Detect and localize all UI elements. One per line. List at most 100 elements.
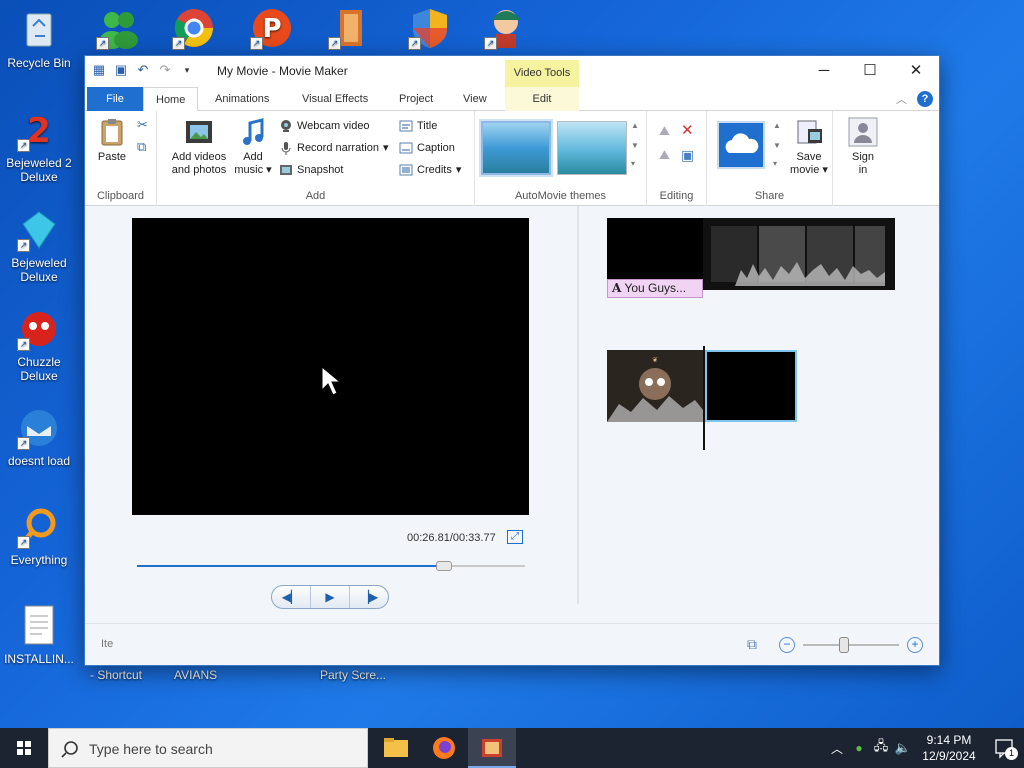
desktop-icon-book-app[interactable]: ↗ — [312, 6, 388, 54]
tab-file[interactable]: File — [87, 87, 143, 111]
credits-button[interactable]: Credits ▾ — [399, 161, 461, 179]
desktop-icon-messenger[interactable]: ↗ — [80, 6, 156, 54]
notification-center-button[interactable]: 1 — [984, 728, 1024, 768]
desktop-icon-recycle-bin[interactable]: Recycle Bin — [1, 8, 77, 70]
notification-count-badge: 1 — [1005, 747, 1018, 760]
themes-scroll-up-icon[interactable]: ▲ — [631, 121, 639, 130]
clock-date: 12/9/2024 — [922, 749, 976, 763]
undo-icon[interactable]: ↶ — [135, 62, 151, 78]
themes-scroll-down-icon[interactable]: ▼ — [631, 141, 639, 150]
title-button[interactable]: Title — [399, 117, 437, 135]
play-button[interactable]: ▶ — [311, 586, 350, 608]
windows-logo-icon — [17, 741, 31, 755]
save-movie-icon — [794, 117, 824, 147]
clock[interactable]: 9:14 PM 12/9/2024 — [914, 732, 984, 764]
cut-icon[interactable]: ✂ — [137, 117, 148, 133]
storyboard-view-icon[interactable]: ⧉ — [747, 636, 757, 653]
desktop-icon-p-app[interactable]: P ↗ — [234, 6, 310, 54]
audio-waveform — [735, 262, 885, 286]
webcam-icon — [279, 119, 293, 133]
share-scroll-down-icon[interactable]: ▼ — [773, 141, 781, 150]
title-bar: ▦ ▣ ↶ ↷ ▾ My Movie - Movie Maker Video T… — [85, 56, 939, 87]
desktop-icon-label: Chuzzle Deluxe — [17, 355, 61, 383]
volume-icon[interactable]: 🔈 — [892, 740, 914, 756]
remove-icon[interactable]: ✕ — [681, 121, 694, 139]
pane-splitter[interactable] — [577, 206, 579, 604]
taskbar-file-explorer[interactable] — [372, 728, 420, 768]
thunderbird-icon: ↗ — [17, 406, 61, 450]
paste-button[interactable]: Paste — [93, 117, 131, 164]
help-icon[interactable]: ? — [917, 91, 933, 107]
group-label-add: Add — [305, 190, 326, 202]
redo-icon[interactable]: ↷ — [157, 62, 173, 78]
storyboard-clip-video[interactable] — [703, 218, 895, 290]
timeline-playhead[interactable] — [703, 346, 705, 450]
zoom-in-button[interactable]: + — [907, 636, 923, 653]
tab-animations[interactable]: Animations — [203, 87, 281, 111]
desktop-icon-shield-app[interactable]: ↗ — [392, 6, 468, 54]
minimize-button[interactable]: ─ — [801, 56, 847, 86]
webcam-video-button[interactable]: Webcam video — [279, 117, 370, 135]
tab-home[interactable]: Home — [143, 87, 199, 112]
save-icon[interactable]: ▣ — [113, 62, 129, 78]
tab-edit[interactable]: Edit — [505, 87, 579, 111]
show-hidden-icons-icon[interactable]: ︿ — [826, 740, 848, 757]
desktop-icon-bejeweled-2[interactable]: 2 ↗ Bejeweled 2 Deluxe — [1, 108, 77, 184]
tab-visual-effects[interactable]: Visual Effects — [290, 87, 380, 111]
add-videos-photos-button[interactable]: Add videos and photos — [167, 117, 231, 177]
theme-thumbnail-contemporary[interactable] — [557, 121, 627, 175]
storyboard-clip-intro[interactable]: ❦ — [607, 350, 703, 422]
taskbar-movie-maker[interactable] — [468, 728, 516, 768]
copy-icon[interactable]: ⧉ — [137, 139, 146, 155]
previous-frame-button[interactable]: ◀▏ — [272, 586, 311, 608]
zoom-slider[interactable] — [803, 636, 899, 653]
rotate-right-icon[interactable]: ⛰ — [659, 147, 670, 163]
video-preview[interactable] — [132, 218, 529, 515]
share-scroll-up-icon[interactable]: ▲ — [773, 121, 781, 130]
desktop-icon-everything[interactable]: ↗ Everything — [1, 505, 77, 567]
desktop-icon-chuzzle[interactable]: ↗ Chuzzle Deluxe — [1, 307, 77, 383]
start-button[interactable] — [0, 728, 48, 768]
network-icon[interactable]: 🖧 — [870, 737, 892, 759]
close-button[interactable]: ✕ — [893, 56, 939, 86]
group-clipboard: Paste ✂ ⧉ Clipboard — [85, 111, 157, 206]
desktop-icon-installing[interactable]: INSTALLIN... — [1, 604, 77, 666]
snapshot-button[interactable]: Snapshot — [279, 161, 343, 179]
customize-qat-icon[interactable]: ▾ — [179, 62, 195, 78]
theme-thumbnail-default[interactable] — [481, 121, 551, 175]
next-frame-button[interactable]: ▕▶ — [350, 586, 388, 608]
record-narration-button[interactable]: Record narration ▾ — [279, 139, 388, 157]
themes-more-icon[interactable]: ▾ — [631, 159, 635, 168]
desktop-icon-doesnt-load[interactable]: ↗ doesnt load — [1, 406, 77, 468]
status-text: Ite — [101, 638, 114, 650]
storyboard-clip-black-selected[interactable] — [705, 350, 797, 422]
seek-slider[interactable] — [137, 561, 525, 571]
tab-project[interactable]: Project — [387, 87, 445, 111]
maximize-button[interactable]: ☐ — [847, 56, 893, 86]
user-status-icon[interactable]: ● — [848, 741, 870, 755]
fullscreen-preview-button[interactable]: ⤢ — [507, 530, 523, 544]
zoom-slider-thumb[interactable] — [839, 636, 849, 653]
caption-clip[interactable]: A You Guys... — [607, 279, 703, 298]
share-more-icon[interactable]: ▾ — [773, 159, 777, 168]
tab-view[interactable]: View — [451, 87, 499, 111]
desktop-icon-game-character[interactable]: ↗ — [468, 6, 544, 54]
taskbar-search-box[interactable]: Type here to search — [48, 728, 368, 768]
add-music-button[interactable]: Add music ▾ — [233, 117, 273, 177]
desktop-icon-chrome[interactable]: ↗ — [156, 6, 232, 54]
save-movie-button[interactable]: Save movie ▾ — [787, 117, 831, 177]
taskbar-firefox[interactable] — [420, 728, 468, 768]
group-label-editing: Editing — [659, 190, 694, 202]
help-area: ︿ ? — [896, 91, 933, 107]
desktop-icon-bejeweled[interactable]: ↗ Bejeweled Deluxe — [1, 208, 77, 284]
zoom-out-button[interactable]: − — [779, 636, 795, 653]
onedrive-share-button[interactable] — [717, 121, 765, 169]
rotate-left-icon[interactable]: ⛰ — [659, 123, 670, 139]
collapse-ribbon-icon[interactable]: ︿ — [896, 91, 907, 107]
select-all-icon[interactable]: ▣ — [681, 147, 694, 164]
sign-in-button[interactable]: Sign in — [843, 117, 883, 177]
caption-button[interactable]: Caption — [399, 139, 455, 157]
seek-slider-thumb[interactable] — [435, 561, 452, 571]
playback-controls: ◀▏ ▶ ▕▶ — [271, 585, 389, 609]
group-editing: ⛰ ✕ ⛰ ▣ Editing — [647, 111, 707, 206]
